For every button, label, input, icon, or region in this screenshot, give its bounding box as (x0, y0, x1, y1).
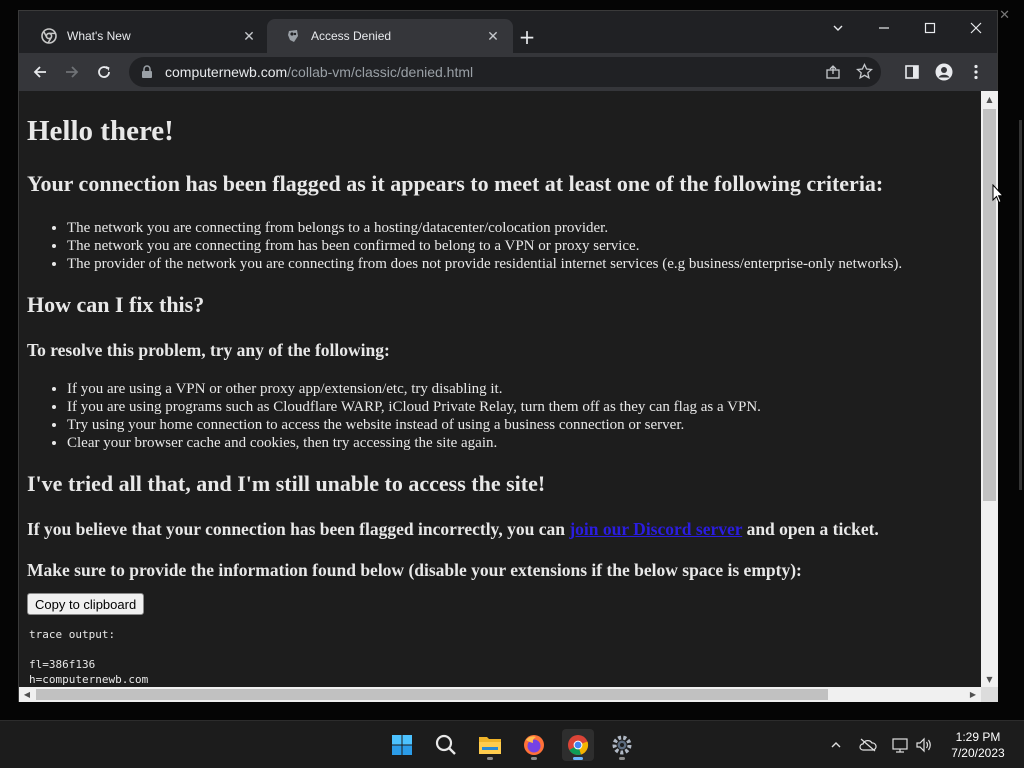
settings-icon[interactable] (606, 729, 638, 761)
tried-heading: I've tried all that, and I'm still unabl… (27, 471, 546, 496)
forward-button[interactable] (59, 59, 85, 85)
believe-prefix: If you believe that your connection has … (27, 519, 570, 539)
browser-toolbar: computernewb.com/collab-vm/classic/denie… (19, 53, 997, 91)
list-item: The provider of the network you are conn… (67, 255, 902, 273)
resolve-intro: To resolve this problem, try any of the … (27, 340, 390, 360)
horizontal-scroll-thumb[interactable] (36, 689, 828, 700)
back-button[interactable] (27, 59, 53, 85)
scroll-down-arrow-icon[interactable]: ▼ (981, 671, 998, 687)
minimize-button[interactable] (861, 15, 907, 41)
close-window-button[interactable] (953, 15, 999, 41)
mouse-cursor-icon (992, 183, 1005, 208)
address-bar[interactable]: computernewb.com/collab-vm/classic/denie… (129, 57, 881, 87)
chrome-icon (41, 28, 57, 44)
copy-to-clipboard-button[interactable]: Copy to clipboard (27, 593, 145, 615)
trace-output: trace output: fl=386f136 h=computernewb.c… (29, 627, 148, 687)
page-viewport: Hello there! Your connection has been fl… (19, 91, 981, 687)
tab-title: What's New (67, 29, 131, 43)
tab-search-chevron-icon[interactable] (815, 15, 861, 41)
tab-strip: What's New ✕ Access Denied ✕ + (19, 11, 997, 53)
running-indicator (531, 757, 537, 760)
trace-label: trace output: (29, 628, 116, 641)
scroll-right-arrow-icon[interactable]: ▶ (965, 687, 981, 702)
flagged-incorrectly-text: If you believe that your connection has … (27, 519, 879, 540)
background-scrollbar (1019, 120, 1022, 490)
reload-button[interactable] (91, 59, 117, 85)
share-icon[interactable] (825, 64, 841, 83)
taskbar: 1:29 PM 7/20/2023 (0, 720, 1024, 768)
running-indicator (619, 757, 625, 760)
lock-icon[interactable] (141, 65, 155, 79)
network-icon[interactable] (890, 735, 910, 755)
scrollbar-corner (981, 687, 998, 702)
active-indicator (573, 757, 583, 760)
search-icon[interactable] (430, 729, 462, 761)
show-hidden-icons-chevron-icon[interactable] (826, 735, 846, 755)
url-path: /collab-vm/classic/denied.html (287, 64, 474, 80)
new-tab-button[interactable]: + (515, 25, 539, 49)
side-panel-icon[interactable] (899, 59, 925, 85)
vertical-scrollbar[interactable]: ▲ ▼ (981, 91, 998, 687)
close-tab-icon[interactable]: ✕ (241, 28, 257, 44)
background-close-icon: ✕ (999, 8, 1010, 23)
tab-whats-new[interactable]: What's New ✕ (23, 19, 269, 53)
menu-kebab-icon[interactable] (963, 59, 989, 85)
profile-avatar-icon[interactable] (931, 59, 957, 85)
maximize-button[interactable] (907, 15, 953, 41)
list-item: If you are using programs such as Cloudf… (67, 398, 761, 416)
vertical-scroll-thumb[interactable] (983, 109, 996, 501)
volume-icon[interactable] (914, 735, 934, 755)
close-tab-icon[interactable]: ✕ (485, 28, 501, 44)
bookmark-star-icon[interactable] (855, 62, 874, 83)
trace-line: fl=386f136 (29, 658, 96, 671)
tab-access-denied[interactable]: Access Denied ✕ (267, 19, 513, 53)
horizontal-scrollbar[interactable]: ◀ ▶ (19, 687, 981, 702)
list-item: Clear your browser cache and cookies, th… (67, 434, 761, 452)
onedrive-offline-icon[interactable] (858, 735, 878, 755)
firefox-icon[interactable] (518, 729, 550, 761)
scroll-left-arrow-icon[interactable]: ◀ (19, 687, 35, 702)
fix-heading: How can I fix this? (27, 292, 205, 317)
system-clock[interactable]: 1:29 PM 7/20/2023 (940, 729, 1016, 761)
tab-title: Access Denied (311, 29, 392, 43)
believe-suffix: and open a ticket. (742, 519, 879, 539)
fixes-list: If you are using a VPN or other proxy ap… (67, 380, 761, 452)
criteria-list: The network you are connecting from belo… (67, 219, 902, 273)
discord-link[interactable]: join our Discord server (569, 519, 742, 539)
list-item: If you are using a VPN or other proxy ap… (67, 380, 761, 398)
page-title: Hello there! (27, 115, 174, 147)
clock-date: 7/20/2023 (951, 746, 1005, 760)
chrome-icon[interactable] (562, 729, 594, 761)
list-item: Try using your home connection to access… (67, 416, 761, 434)
start-icon[interactable] (386, 729, 418, 761)
list-item: The network you are connecting from has … (67, 237, 902, 255)
list-item: The network you are connecting from belo… (67, 219, 902, 237)
scroll-up-arrow-icon[interactable]: ▲ (981, 91, 998, 107)
file-explorer-icon[interactable] (474, 729, 506, 761)
browser-window: What's New ✕ Access Denied ✕ + computern… (18, 10, 998, 702)
clock-time: 1:29 PM (955, 730, 1001, 744)
url-host: computernewb.com (165, 64, 288, 80)
flagged-heading: Your connection has been flagged as it a… (27, 171, 884, 196)
collabvm-icon (285, 28, 301, 44)
running-indicator (487, 757, 493, 760)
provide-info-text: Make sure to provide the information fou… (27, 560, 802, 580)
trace-line: h=computernewb.com (29, 673, 149, 686)
